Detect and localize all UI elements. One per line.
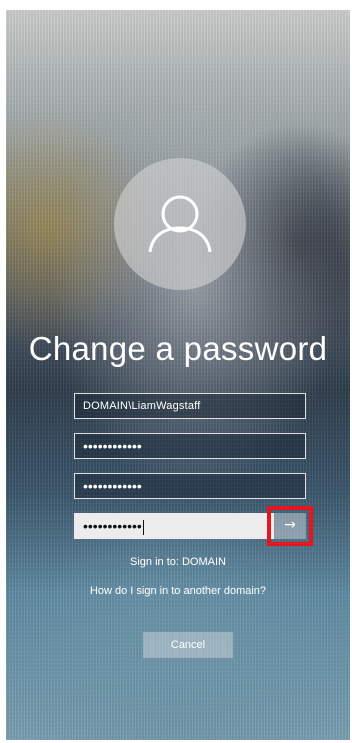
confirm-password-field[interactable]: •••••••••••• bbox=[74, 513, 274, 539]
lock-screen-background: Change a password DOMAIN\LiamWagstaff ••… bbox=[6, 10, 350, 740]
user-avatar bbox=[114, 158, 246, 290]
user-icon bbox=[148, 195, 212, 253]
old-password-field[interactable]: •••••••••••• bbox=[74, 433, 306, 459]
new-password-field[interactable]: •••••••••••• bbox=[74, 473, 306, 499]
confirm-password-value: •••••••••••• bbox=[83, 518, 142, 534]
text-caret bbox=[142, 519, 144, 535]
submit-highlight-box bbox=[267, 506, 313, 546]
sign-in-to-label: Sign in to: DOMAIN bbox=[130, 556, 226, 568]
cancel-button[interactable]: Cancel bbox=[143, 632, 233, 658]
other-domain-link[interactable]: How do I sign in to another domain? bbox=[6, 585, 350, 597]
username-field[interactable]: DOMAIN\LiamWagstaff bbox=[74, 393, 306, 419]
page-title: Change a password bbox=[28, 330, 328, 367]
